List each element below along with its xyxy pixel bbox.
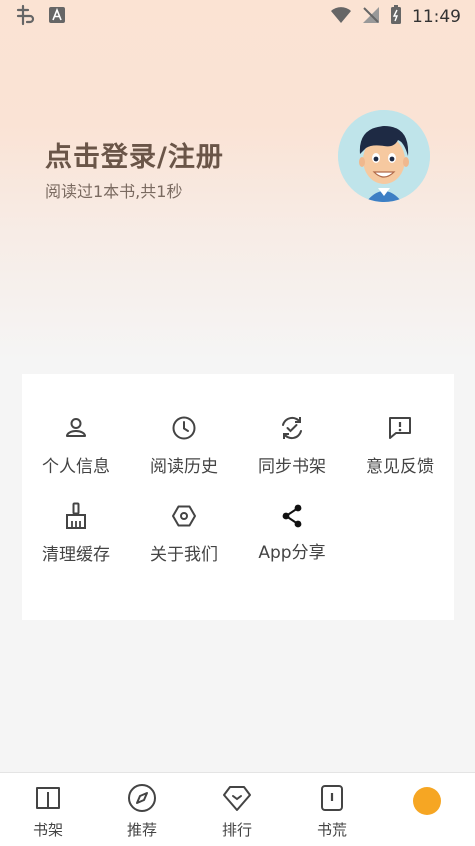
menu-item-feedback[interactable]: 意见反馈: [346, 414, 454, 477]
menu-item-label: 个人信息: [42, 457, 110, 477]
app-notification-icon: [14, 4, 36, 30]
nav-item-recommend[interactable]: 推荐: [102, 783, 182, 840]
wifi-icon: [330, 6, 352, 28]
feedback-icon: [386, 414, 414, 442]
menu-item-sync-bookshelf[interactable]: 同步书架: [238, 414, 346, 477]
nav-label: 排行: [221, 821, 252, 839]
menu-item-label: 清理缓存: [42, 545, 110, 565]
sync-icon: [278, 414, 306, 442]
login-register-link[interactable]: 点击登录/注册: [45, 135, 224, 174]
compass-icon: [127, 783, 157, 813]
menu-item-clear-cache[interactable]: 清理缓存: [22, 502, 130, 565]
status-bar: 11:49: [0, 0, 475, 34]
person-icon: [62, 414, 90, 442]
menu-card: 个人信息 阅读历史 同步书架 意见反馈 清理缓存 关于我们 App分享: [22, 374, 454, 620]
book-shortage-icon: [317, 783, 347, 813]
nav-item-bookshelf[interactable]: 书架: [8, 783, 88, 840]
nav-label: 推荐: [126, 821, 157, 839]
menu-item-label: 意见反馈: [366, 457, 434, 477]
hexagon-icon: [170, 502, 198, 530]
share-icon: [278, 502, 306, 530]
broom-icon: [62, 502, 90, 530]
menu-item-profile-info[interactable]: 个人信息: [22, 414, 130, 477]
nav-label: 书架: [32, 821, 63, 839]
nav-item-ranking[interactable]: 排行: [197, 783, 277, 840]
menu-item-label: 阅读历史: [150, 457, 218, 477]
menu-item-app-share[interactable]: App分享: [238, 502, 346, 563]
nav-item-book-shortage[interactable]: 书荒: [292, 783, 372, 840]
notification-badge: [413, 787, 441, 815]
status-time: 11:49: [412, 7, 461, 27]
clock-icon: [170, 414, 198, 442]
bookshelf-icon: [33, 783, 63, 813]
reading-stats: 阅读过1本书,共1秒: [45, 182, 183, 201]
menu-item-label: 关于我们: [150, 545, 218, 565]
ranking-icon: [222, 783, 252, 813]
bottom-nav: 书架 推荐 排行 书荒: [0, 772, 475, 846]
battery-icon: [390, 5, 402, 29]
menu-item-label: 同步书架: [258, 457, 326, 477]
no-signal-icon: [362, 6, 380, 28]
menu-item-about-us[interactable]: 关于我们: [130, 502, 238, 565]
menu-item-label: App分享: [258, 543, 326, 563]
menu-item-reading-history[interactable]: 阅读历史: [130, 414, 238, 477]
font-notification-icon: [48, 6, 66, 28]
nav-label: 书荒: [316, 821, 347, 839]
profile-section[interactable]: 点击登录/注册 阅读过1本书,共1秒: [45, 135, 224, 202]
avatar[interactable]: [338, 110, 430, 202]
